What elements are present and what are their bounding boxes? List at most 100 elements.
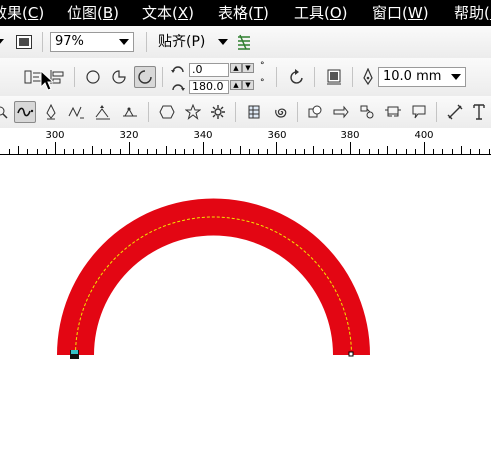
ruler-tick <box>129 142 130 154</box>
outline-width-combo[interactable]: 10.0 mm <box>378 67 466 87</box>
ruler-tick <box>175 149 176 154</box>
end-angle-up-button[interactable]: ▲ <box>230 80 242 90</box>
ruler-tick <box>286 149 287 154</box>
start-angle-up-button[interactable]: ▲ <box>230 63 242 73</box>
standard-toolbar: 97% 贴齐(P) <box>0 26 491 59</box>
start-angle-down-button[interactable]: ▼ <box>242 63 254 73</box>
banner-icon[interactable] <box>382 101 404 123</box>
drawing-canvas[interactable] <box>0 155 491 450</box>
toolbar-separator <box>297 102 298 122</box>
end-angle-field[interactable]: 180.0 <box>189 80 229 94</box>
ruler-tick <box>9 149 10 154</box>
degree-symbol: ° <box>260 61 265 71</box>
ruler-label: 400 <box>414 130 434 141</box>
ruler-tick <box>442 149 443 154</box>
ruler-tick <box>83 149 84 154</box>
pen-icon[interactable] <box>40 101 62 123</box>
toolbar-separator <box>235 102 236 122</box>
toolbar-separator <box>146 32 147 52</box>
ruler-tick <box>46 149 47 154</box>
spiral-icon[interactable] <box>270 101 292 123</box>
ruler-tick <box>396 149 397 154</box>
menu-text[interactable]: 文本(X) <box>142 0 194 26</box>
ruler-tick <box>406 149 407 154</box>
zoom-icon[interactable] <box>0 101 12 123</box>
ruler-tick <box>313 146 314 154</box>
ruler-tick <box>433 149 434 154</box>
ruler-tick <box>415 149 416 154</box>
ruler-tick <box>18 146 19 154</box>
polygon-icon[interactable] <box>156 101 178 123</box>
ruler-tick <box>110 149 111 154</box>
star-icon[interactable] <box>182 101 204 123</box>
ruler-tick <box>479 149 480 154</box>
property-bar: .0 ▲ ▼ ° 180.0 ▲ ▼ ° 10.0 mm <box>0 58 491 97</box>
complex-star-icon[interactable] <box>207 101 229 123</box>
ruler-label: 380 <box>340 130 360 141</box>
red-arc-shape[interactable] <box>57 198 370 356</box>
text-tool-icon[interactable] <box>468 101 490 123</box>
ruler-tick <box>387 146 388 154</box>
toolbar-separator <box>314 67 315 87</box>
ruler-label: 320 <box>119 130 139 141</box>
direction-icon[interactable] <box>286 66 308 88</box>
ruler-tick <box>120 149 121 154</box>
ruler-tick <box>267 149 268 154</box>
ruler-tick <box>323 149 324 154</box>
zoom-level-combo[interactable]: 97% <box>50 32 134 52</box>
connector-icon[interactable] <box>92 101 114 123</box>
view-manager-icon[interactable] <box>13 31 35 53</box>
arc-icon[interactable] <box>134 66 156 88</box>
ruler-tick <box>424 142 425 154</box>
arrow-shapes-icon[interactable] <box>330 101 352 123</box>
outline-pen-icon[interactable] <box>357 66 379 88</box>
horizontal-ruler[interactable]: 300 320 340 360 380 400 <box>0 128 491 155</box>
ellipse-icon[interactable] <box>82 66 104 88</box>
menu-window[interactable]: 窗口(W) <box>372 0 429 26</box>
menu-tools[interactable]: 工具(O) <box>294 0 348 26</box>
ruler-tick <box>341 149 342 154</box>
start-angle-field[interactable]: .0 <box>189 63 229 77</box>
chevron-down-icon[interactable] <box>451 74 461 80</box>
snap-to-button[interactable]: 贴齐(P) <box>158 33 205 51</box>
snap-options-icon[interactable] <box>233 31 255 53</box>
ruler-tick <box>147 149 148 154</box>
ruler-tick <box>489 149 490 154</box>
menu-table[interactable]: 表格(T) <box>218 0 269 26</box>
basic-shapes-icon[interactable] <box>304 101 326 123</box>
flowchart-icon[interactable] <box>356 101 378 123</box>
polyline-icon[interactable] <box>65 101 87 123</box>
convert-to-curves-icon[interactable] <box>323 66 345 88</box>
graph-paper-icon[interactable] <box>243 101 265 123</box>
ruler-tick <box>461 146 462 154</box>
dimension-tool-icon[interactable] <box>119 101 141 123</box>
ruler-tick <box>221 149 222 154</box>
ruler-tick <box>73 149 74 154</box>
toolbar-separator <box>42 32 43 52</box>
end-node-marker[interactable] <box>348 351 354 357</box>
callout-icon[interactable] <box>408 101 430 123</box>
toolbar-separator <box>148 102 149 122</box>
menu-bar: 效果(C) 位图(B) 文本(X) 表格(T) 工具(O) 窗口(W) 帮助(H… <box>0 0 491 26</box>
dropdown-icon[interactable] <box>212 31 234 53</box>
menu-help[interactable]: 帮助(H) <box>454 0 491 26</box>
toolbar-separator <box>352 67 353 87</box>
ruler-tick <box>258 149 259 154</box>
toolbar-separator <box>74 67 75 87</box>
end-angle-down-button[interactable]: ▼ <box>242 80 254 90</box>
ruler-tick <box>156 149 157 154</box>
toolbar-separator <box>436 102 437 122</box>
dropdown-icon[interactable] <box>0 31 10 53</box>
freehand-icon[interactable] <box>14 101 36 123</box>
menu-effects[interactable]: 效果(C) <box>0 0 44 26</box>
zoom-level-value: 97% <box>55 34 84 49</box>
ruler-tick <box>212 149 213 154</box>
ruler-tick <box>378 149 379 154</box>
pie-icon[interactable] <box>108 66 130 88</box>
menu-bitmaps[interactable]: 位图(B) <box>67 0 119 26</box>
ruler-tick <box>92 146 93 154</box>
dimension-icon[interactable] <box>444 101 466 123</box>
ruler-tick <box>240 146 241 154</box>
ruler-label: 300 <box>45 130 65 141</box>
chevron-down-icon[interactable] <box>119 39 129 45</box>
